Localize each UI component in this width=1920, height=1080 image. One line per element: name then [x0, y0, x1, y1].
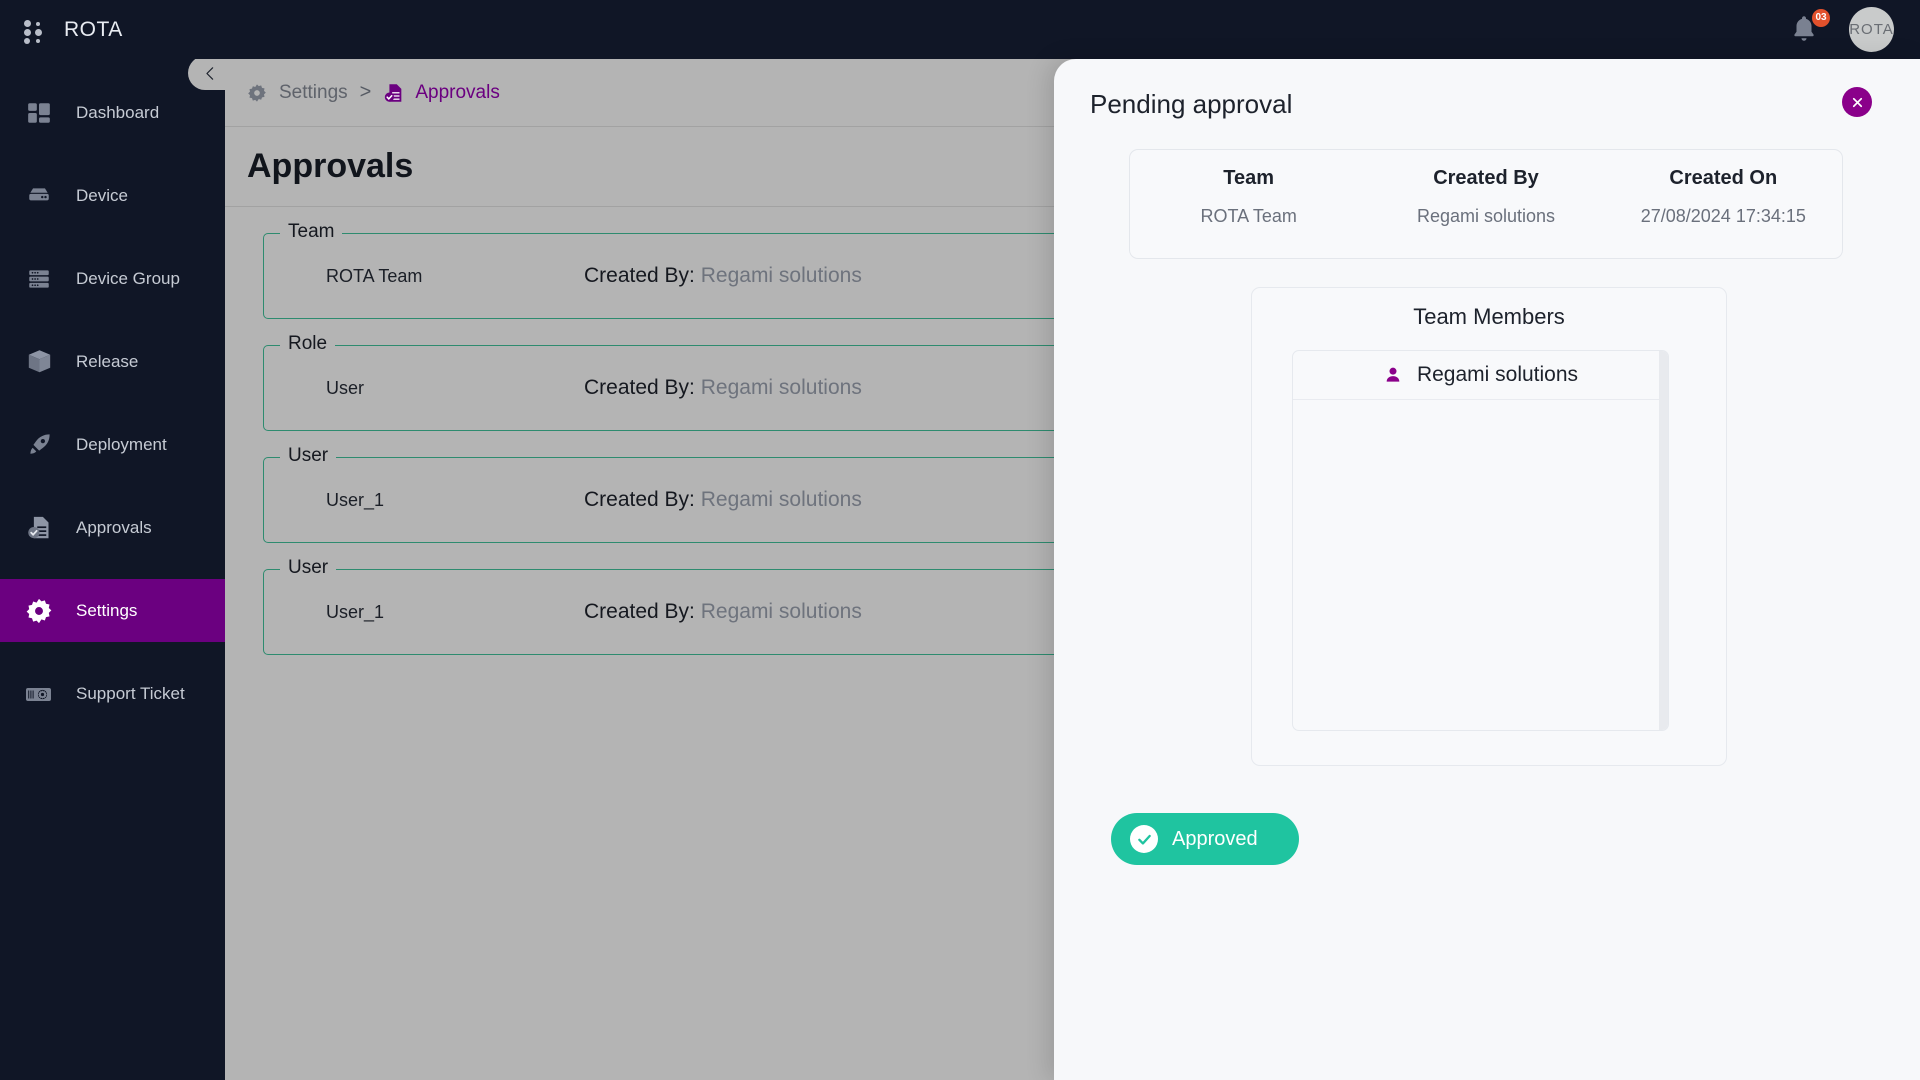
person-icon: [1386, 367, 1400, 382]
sidebar-item-device[interactable]: Device: [0, 164, 225, 227]
close-icon: [1852, 97, 1862, 107]
notification-badge: 03: [1812, 8, 1830, 27]
info-header-created-by: Created By: [1433, 167, 1539, 189]
sidebar-item-label: Release: [76, 351, 139, 371]
created-by-value: Regami solutions: [700, 600, 862, 623]
info-value-team: ROTA Team: [1200, 206, 1297, 226]
top-bar: ROTA 03 ROTA: [0, 0, 1920, 59]
approved-button-label: Approved: [1172, 827, 1258, 850]
sidebar-item-dashboard[interactable]: Dashboard: [0, 81, 225, 144]
dashboard-icon: [24, 100, 54, 126]
created-by-label: Created By:: [584, 488, 695, 511]
sidebar-item-release[interactable]: Release: [0, 330, 225, 393]
sidebar-item-settings[interactable]: Settings: [0, 579, 225, 642]
brand-name: ROTA: [64, 17, 123, 41]
support-ticket-icon: [24, 682, 54, 706]
approval-row-created-by: Created By: Regami solutions: [584, 488, 862, 512]
approval-row-legend: User: [280, 557, 337, 579]
rocket-icon: [24, 431, 54, 458]
app-grid-icon[interactable]: [22, 17, 48, 44]
breadcrumb-settings[interactable]: Settings: [247, 82, 348, 104]
sidebar-collapse-button[interactable]: [188, 56, 232, 90]
device-group-icon: [24, 266, 54, 292]
sidebar-item-label: Settings: [76, 600, 138, 620]
page-title: Approvals: [247, 147, 414, 185]
sidebar-item-support-ticket[interactable]: Support Ticket: [0, 662, 225, 725]
breadcrumb-separator: >: [359, 81, 372, 103]
team-members-scrollbar[interactable]: [1659, 351, 1668, 730]
approval-row-name: ROTA Team: [326, 265, 423, 286]
sidebar-item-label: Approvals: [76, 517, 152, 537]
info-table-header: Team Created By Created On: [1130, 150, 1842, 190]
created-by-value: Regami solutions: [700, 488, 862, 511]
modal-title: Pending approval: [1090, 89, 1293, 119]
info-table-row: ROTA Team Regami solutions 27/08/2024 17…: [1130, 190, 1842, 227]
approval-row-legend: Role: [280, 333, 336, 355]
approval-row-created-by: Created By: Regami solutions: [584, 264, 862, 288]
avatar[interactable]: ROTA: [1849, 7, 1894, 52]
info-value-created-by: Regami solutions: [1416, 206, 1556, 226]
team-members-list: Regami solutions: [1292, 350, 1669, 731]
breadcrumb-approvals[interactable]: Approvals: [383, 82, 500, 104]
release-box-icon: [24, 348, 54, 375]
created-by-label: Created By:: [584, 600, 695, 623]
approval-row-name: User_1: [326, 489, 385, 510]
created-by-label: Created By:: [584, 264, 695, 287]
approval-row-legend: Team: [280, 221, 343, 243]
created-by-label: Created By:: [584, 376, 695, 399]
check-circle-icon: [1130, 825, 1158, 853]
approval-row-created-by: Created By: Regami solutions: [584, 376, 862, 400]
chevron-left-icon: [205, 66, 213, 80]
approval-info-table: Team Created By Created On ROTA Team Reg…: [1129, 149, 1843, 259]
created-by-value: Regami solutions: [700, 376, 862, 399]
created-by-value: Regami solutions: [700, 264, 862, 287]
approval-row-name: User_1: [326, 601, 385, 622]
approval-row-created-by: Created By: Regami solutions: [584, 600, 862, 624]
sidebar-item-device-group[interactable]: Device Group: [0, 247, 225, 310]
sidebar: Dashboard Device Device Group Release De…: [0, 59, 225, 1080]
gear-icon: [248, 83, 266, 102]
sidebar-item-label: Support Ticket: [76, 683, 185, 703]
top-bar-actions: 03 ROTA: [1789, 7, 1920, 52]
approvals-doc-icon: [24, 514, 54, 541]
breadcrumb-settings-label: Settings: [279, 81, 348, 103]
sidebar-item-label: Dashboard: [76, 102, 160, 122]
team-members-title: Team Members: [1413, 304, 1565, 329]
sidebar-item-label: Deployment: [76, 434, 167, 454]
sidebar-item-deployment[interactable]: Deployment: [0, 413, 225, 476]
pending-approval-panel: Pending approval Team Created By Created…: [1054, 59, 1920, 1080]
team-member-name: Regami solutions: [1416, 363, 1579, 386]
info-header-team: Team: [1223, 167, 1275, 189]
gear-icon: [24, 597, 54, 625]
team-members-card: Team Members Regami solutions: [1251, 287, 1727, 766]
brand[interactable]: ROTA: [0, 17, 225, 44]
sidebar-item-approvals[interactable]: Approvals: [0, 496, 225, 559]
approval-row-name: User: [326, 377, 365, 398]
breadcrumb-current-label: Approvals: [415, 81, 500, 103]
device-icon: [24, 183, 54, 209]
notifications-button[interactable]: 03: [1789, 8, 1830, 48]
approval-row-legend: User: [280, 445, 337, 467]
sidebar-item-label: Device Group: [76, 268, 180, 288]
team-member-row[interactable]: Regami solutions: [1293, 351, 1668, 400]
info-value-created-on: 27/08/2024 17:34:15: [1640, 206, 1806, 226]
close-button[interactable]: [1842, 87, 1872, 117]
info-header-created-on: Created On: [1669, 167, 1778, 189]
approved-button[interactable]: Approved: [1111, 813, 1299, 865]
approvals-doc-icon: [385, 83, 402, 102]
sidebar-item-label: Device: [76, 185, 128, 205]
